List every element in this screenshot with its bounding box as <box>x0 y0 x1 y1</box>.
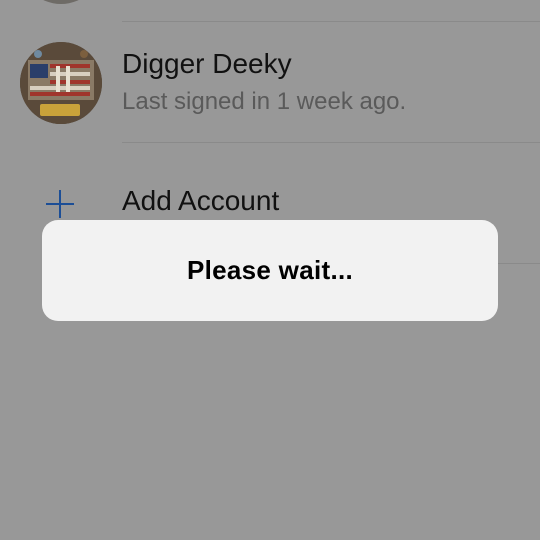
previous-account-avatar[interactable] <box>20 0 102 4</box>
plus-icon <box>46 190 74 218</box>
account-name: Digger Deeky <box>122 48 292 79</box>
please-wait-dialog: Please wait... <box>42 220 498 321</box>
dialog-message: Please wait... <box>186 255 354 285</box>
last-signed-in-text: Last signed in 1 week ago. <box>122 88 407 115</box>
account-row[interactable]: Digger Deeky Last signed in 1 week ago. <box>0 22 540 142</box>
avatar <box>20 42 102 124</box>
flag-collage-avatar-image <box>20 42 102 124</box>
account-switcher-screen: Digger Deeky Last signed in 1 week ago. … <box>0 0 540 540</box>
add-account-label: Add Account <box>122 185 280 216</box>
